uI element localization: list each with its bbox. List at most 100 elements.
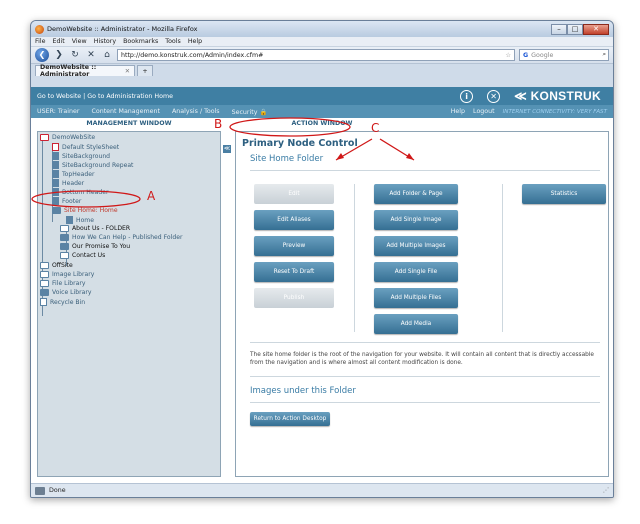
add-single-image-button[interactable]: Add Single Image xyxy=(374,210,458,230)
add-folder-page-button[interactable]: Add Folder & Page xyxy=(374,184,458,204)
folder-icon xyxy=(52,207,61,214)
menu-edit[interactable]: Edit xyxy=(53,38,65,45)
close-window-button[interactable]: ✕ xyxy=(583,23,609,35)
back-arrow-icon[interactable]: ❮ xyxy=(35,48,49,62)
folder-icon xyxy=(60,234,69,241)
info-icon[interactable]: i xyxy=(460,89,474,103)
folder-icon xyxy=(60,252,69,259)
stop-icon[interactable]: ✕ xyxy=(85,50,97,60)
navigation-toolbar: ❮ ❯ ↻ ✕ ⌂ http://demo.konstruk.com/Admin… xyxy=(31,47,613,64)
tree-item-stylesheet[interactable]: Default StyleSheet xyxy=(52,143,119,151)
tab-strip: DemoWebsite :: Administrator ✕ + xyxy=(31,64,613,78)
voice-library-icon xyxy=(40,289,49,296)
user-label: USER: Trainer xyxy=(37,108,80,115)
add-media-button[interactable]: Add Media xyxy=(374,314,458,334)
search-icon[interactable]: ⌕ xyxy=(602,51,606,59)
add-single-file-button[interactable]: Add Single File xyxy=(374,262,458,282)
tab-close-icon[interactable]: ✕ xyxy=(125,68,130,75)
tree-item-home[interactable]: Home xyxy=(66,216,94,224)
tree-item-image-library[interactable]: Image Library xyxy=(40,271,94,278)
menu-history[interactable]: History xyxy=(94,38,116,45)
recycle-bin-icon xyxy=(40,298,47,306)
site-folder-icon xyxy=(40,134,49,141)
bookmark-star-icon[interactable]: ☆ xyxy=(505,52,511,59)
home-icon[interactable]: ⌂ xyxy=(101,50,113,60)
image-file-icon xyxy=(52,188,59,196)
edit-aliases-button[interactable]: Edit Aliases xyxy=(254,210,334,230)
edit-button[interactable]: Edit xyxy=(254,184,334,204)
tree-item-footer[interactable]: Footer xyxy=(52,197,81,205)
cms-nav: USER: Trainer Content Management Analysi… xyxy=(31,105,613,118)
konstruk-logo: ≪ KONSTRUK xyxy=(514,89,601,103)
reset-to-draft-button[interactable]: Reset To Draft xyxy=(254,262,334,282)
nav-analysis-tools[interactable]: Analysis / Tools xyxy=(172,108,220,115)
action-header: ACTION WINDOW xyxy=(291,119,353,127)
forward-arrow-icon[interactable]: ❯ xyxy=(53,50,65,60)
reload-icon[interactable]: ↻ xyxy=(69,50,81,60)
menu-help[interactable]: Help xyxy=(188,38,202,45)
nav-help[interactable]: Help xyxy=(451,108,465,115)
search-input[interactable]: G Google ⌕ xyxy=(519,49,609,61)
status-bar: Done ⋰ xyxy=(31,483,613,497)
image-file-icon xyxy=(52,179,59,187)
publish-button[interactable]: Publish xyxy=(254,288,334,308)
nav-logout[interactable]: Logout xyxy=(473,108,495,115)
maximize-button[interactable]: □ xyxy=(567,23,583,35)
connectivity-status: INTERNET CONNECTIVITY: VERY FAST xyxy=(502,108,607,115)
new-tab-button[interactable]: + xyxy=(137,65,153,76)
statistics-button[interactable]: Statistics xyxy=(522,184,606,204)
tree-item-voice-library[interactable]: Voice Library xyxy=(40,289,91,296)
menu-bookmarks[interactable]: Bookmarks xyxy=(123,38,158,45)
tree-item-sitebackground-repeat[interactable]: SiteBackground Repeat xyxy=(52,161,133,169)
tree-item-our-promise[interactable]: Our Promise To You xyxy=(60,243,130,250)
tree-item-about-us[interactable]: About Us - FOLDER xyxy=(60,225,130,232)
tree-item-topheader[interactable]: TopHeader xyxy=(52,170,94,178)
page-icon xyxy=(66,216,73,224)
add-multiple-files-button[interactable]: Add Multiple Files xyxy=(374,288,458,308)
collapse-panel-button[interactable]: ≪ xyxy=(223,145,231,153)
minimize-button[interactable]: – xyxy=(551,23,567,35)
image-file-icon xyxy=(52,197,59,205)
tree-item-how-we-can-help[interactable]: How We Can Help - Published Folder xyxy=(60,234,182,241)
menu-file[interactable]: File xyxy=(35,38,46,45)
tab-label: DemoWebsite :: Administrator xyxy=(40,64,97,78)
status-icon xyxy=(35,486,45,495)
tree-item-contact-us[interactable]: Contact Us xyxy=(60,252,105,259)
search-placeholder: Google xyxy=(531,51,554,59)
images-section-title: Images under this Folder xyxy=(250,386,356,396)
window-headers: MANAGEMENT WINDOW ACTION WINDOW xyxy=(31,118,613,128)
address-bar[interactable]: http://demo.konstruk.com/Admin/index.cfm… xyxy=(117,49,515,61)
browser-window: DemoWebsite :: Administrator - Mozilla F… xyxy=(30,20,614,498)
resize-grip-icon[interactable]: ⋰ xyxy=(603,487,609,494)
firefox-icon xyxy=(35,24,44,34)
menu-tools[interactable]: Tools xyxy=(165,38,181,45)
tree-item-site-home[interactable]: Site Home: Home xyxy=(52,207,118,214)
tree-item-root[interactable]: DemoWebSite xyxy=(40,134,95,141)
return-to-action-desktop-button[interactable]: Return to Action Desktop xyxy=(250,412,330,426)
management-header: MANAGEMENT WINDOW xyxy=(86,119,172,127)
top-links[interactable]: Go to Website | Go to Administration Hom… xyxy=(37,93,460,100)
preview-button[interactable]: Preview xyxy=(254,236,334,256)
menu-view[interactable]: View xyxy=(72,38,87,45)
nav-content-management[interactable]: Content Management xyxy=(91,108,160,115)
folder-icon xyxy=(60,225,69,232)
tree-item-bottom-header[interactable]: Bottom Header xyxy=(52,188,108,196)
stylesheet-icon xyxy=(52,143,59,151)
image-file-icon xyxy=(52,170,59,178)
add-multiple-images-button[interactable]: Add Multiple Images xyxy=(374,236,458,256)
folder-description: The site home folder is the root of the … xyxy=(250,352,594,366)
folder-icon xyxy=(60,243,69,250)
status-text: Done xyxy=(49,487,66,494)
tree-item-file-library[interactable]: File Library xyxy=(40,280,85,287)
tab-demowebsite[interactable]: DemoWebsite :: Administrator ✕ xyxy=(35,64,135,78)
tree-item-recycle-bin[interactable]: Recycle Bin xyxy=(40,298,85,306)
folder-icon xyxy=(40,262,49,269)
tree-item-sitebackground[interactable]: SiteBackground xyxy=(52,152,110,160)
tree-item-header[interactable]: Header xyxy=(52,179,84,187)
menu-bar: File Edit View History Bookmarks Tools H… xyxy=(31,37,613,47)
close-icon[interactable]: ✕ xyxy=(487,89,501,103)
tree-item-offsite[interactable]: OffSite xyxy=(40,262,73,269)
nav-security[interactable]: Security 🔒 xyxy=(232,108,268,116)
annotation-label-c: C xyxy=(371,121,380,135)
image-library-icon xyxy=(40,271,49,278)
